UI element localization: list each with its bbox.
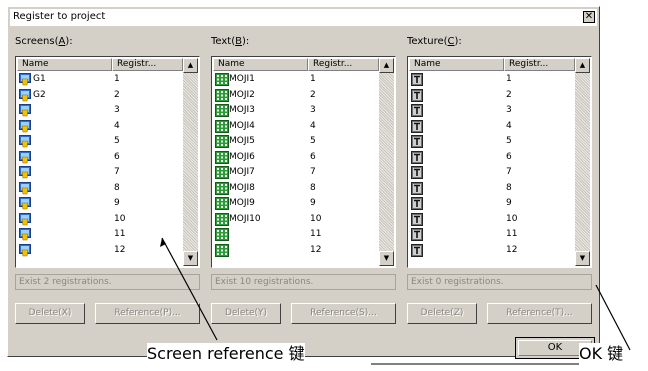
ok-annotation: OK 键 [579, 343, 624, 365]
screen-reference-annotation: Screen reference 键 [147, 343, 305, 365]
ok-arrow [595, 284, 631, 351]
annotation-arrows [150, 237, 631, 365]
screen-reference-arrow [161, 237, 218, 341]
